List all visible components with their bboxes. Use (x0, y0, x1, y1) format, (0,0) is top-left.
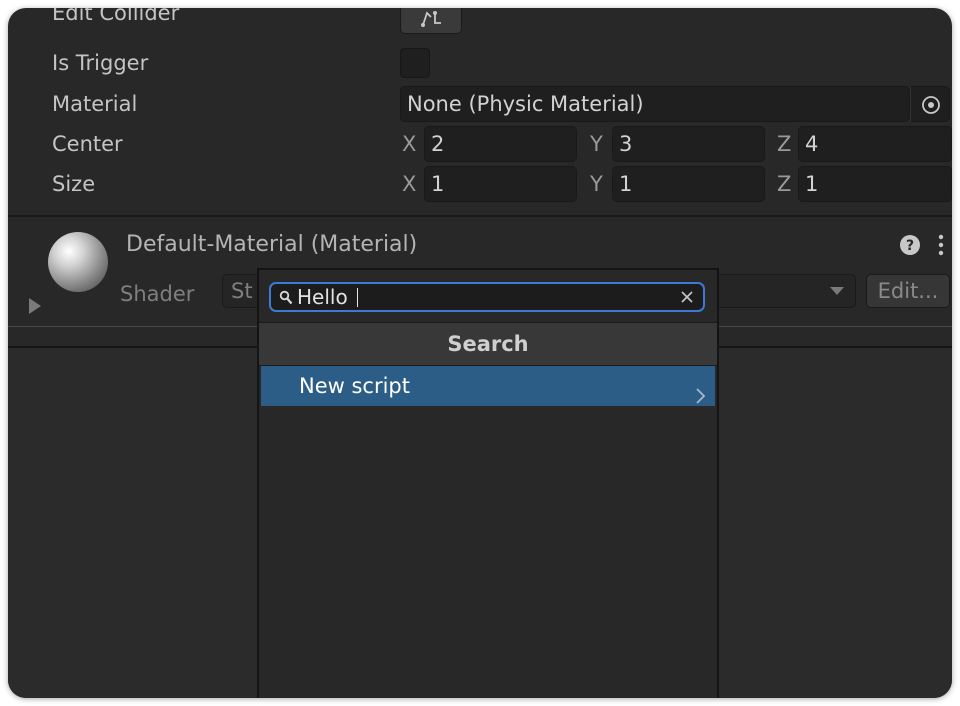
clear-search-icon[interactable] (679, 289, 695, 309)
search-input-text: Hello (297, 285, 348, 309)
material-preview-sphere (48, 232, 108, 292)
text-cursor (357, 288, 358, 307)
size-x-field[interactable]: 1 (424, 166, 577, 202)
popup-header: Search (259, 322, 717, 366)
help-icon[interactable]: ? (898, 233, 922, 261)
size-label: Size (52, 172, 96, 196)
center-z-field[interactable]: 4 (798, 126, 952, 162)
center-x-label: X (402, 132, 417, 156)
is-trigger-checkbox[interactable] (400, 48, 430, 78)
shader-label: Shader (120, 282, 195, 306)
svg-text:?: ? (906, 238, 914, 254)
object-picker-button[interactable] (910, 86, 950, 122)
center-y-field[interactable]: 3 (612, 126, 765, 162)
submenu-arrow-icon (695, 378, 707, 418)
size-x-label: X (402, 172, 417, 196)
center-x-field[interactable]: 2 (424, 126, 577, 162)
shader-edit-button[interactable]: Edit... (866, 274, 950, 308)
foldout-arrow-icon[interactable] (26, 296, 44, 320)
size-y-field[interactable]: 1 (612, 166, 765, 202)
popup-search-field[interactable]: Hello (269, 282, 705, 312)
popup-list-item-new-script[interactable]: New script (261, 366, 715, 406)
shader-value: St (231, 279, 253, 303)
size-z-field[interactable]: 1 (798, 166, 952, 202)
edit-collider-button[interactable] (400, 8, 462, 34)
size-z-label: Z (777, 172, 792, 196)
add-component-popup: Hello Search New script (257, 268, 719, 698)
size-y-label: Y (590, 172, 603, 196)
material-field[interactable]: None (Physic Material) (400, 86, 910, 122)
more-menu-icon[interactable] (936, 233, 946, 261)
section-divider (8, 215, 952, 217)
inspector-window: Edit Collider Is Trigger Material None (… (8, 8, 952, 698)
center-y-label: Y (590, 132, 603, 156)
list-item-label: New script (299, 374, 410, 398)
search-icon (279, 290, 293, 310)
material-title: Default-Material (Material) (126, 232, 418, 257)
dropdown-arrow-icon (829, 283, 845, 302)
is-trigger-label: Is Trigger (52, 51, 149, 75)
object-picker-icon (922, 96, 940, 114)
center-z-label: Z (777, 132, 792, 156)
material-label: Material (52, 92, 138, 116)
edit-collider-label: Edit Collider (52, 8, 180, 25)
center-label: Center (52, 132, 123, 156)
edit-collider-icon (421, 11, 441, 27)
